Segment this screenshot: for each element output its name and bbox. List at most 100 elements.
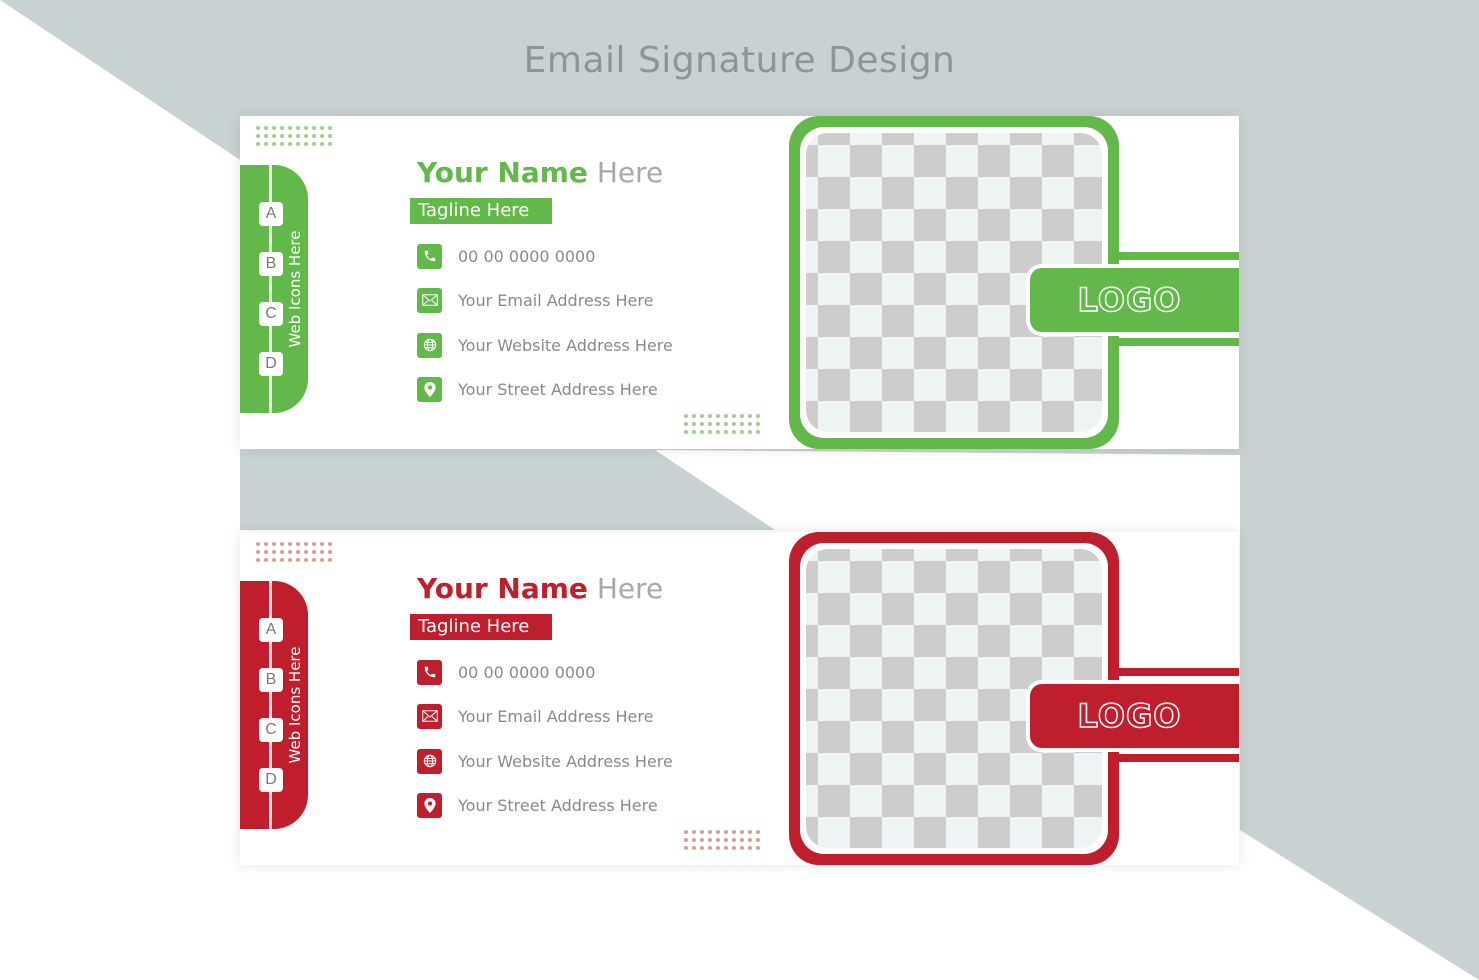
dot bbox=[328, 126, 332, 130]
dot bbox=[740, 838, 744, 842]
web-icon-c[interactable]: C bbox=[259, 718, 283, 742]
dot bbox=[684, 830, 688, 834]
dot bbox=[296, 134, 300, 138]
contact-website: Your Website Address Here bbox=[417, 748, 673, 774]
dot bbox=[272, 126, 276, 130]
logo-text: LOGO bbox=[1077, 696, 1182, 736]
dot bbox=[304, 126, 308, 130]
dot bbox=[256, 542, 260, 546]
contact-text[interactable]: Your Street Address Here bbox=[458, 796, 658, 815]
contact-text[interactable]: 00 00 0000 0000 bbox=[458, 663, 595, 682]
background-white-corner-left bbox=[0, 0, 240, 980]
web-icons-label: Web Icons Here bbox=[286, 646, 304, 764]
contact-text[interactable]: 00 00 0000 0000 bbox=[458, 247, 595, 266]
globe-icon bbox=[417, 748, 442, 774]
dot bbox=[312, 550, 316, 554]
dot bbox=[732, 846, 736, 850]
contact-text[interactable]: Your Email Address Here bbox=[458, 707, 653, 726]
web-icon-d[interactable]: D bbox=[259, 352, 283, 376]
dot bbox=[724, 414, 728, 418]
dot bbox=[296, 126, 300, 130]
dot bbox=[288, 134, 292, 138]
dot bbox=[256, 134, 260, 138]
dot bbox=[700, 846, 704, 850]
dot bbox=[320, 542, 324, 546]
web-icon-a[interactable]: A bbox=[259, 202, 283, 226]
contact-text[interactable]: Your Street Address Here bbox=[458, 380, 658, 399]
dot bbox=[280, 558, 284, 562]
dot bbox=[700, 830, 704, 834]
dot bbox=[288, 558, 292, 562]
web-icon-b[interactable]: B bbox=[259, 668, 283, 692]
email-icon bbox=[417, 287, 442, 313]
dot bbox=[716, 846, 720, 850]
web-icon-a[interactable]: A bbox=[259, 618, 283, 642]
dot bbox=[264, 550, 268, 554]
dot bbox=[740, 846, 744, 850]
dot bbox=[756, 830, 760, 834]
dot bbox=[264, 126, 268, 130]
dot bbox=[732, 830, 736, 834]
contact-text[interactable]: Your Website Address Here bbox=[458, 752, 673, 771]
contact-address: Your Street Address Here bbox=[417, 792, 658, 818]
contact-website: Your Website Address Here bbox=[417, 332, 673, 358]
dot bbox=[756, 846, 760, 850]
dot bbox=[312, 142, 316, 146]
dot bbox=[700, 430, 704, 434]
dot bbox=[724, 430, 728, 434]
dot bbox=[692, 430, 696, 434]
contact-address: Your Street Address Here bbox=[417, 376, 658, 402]
logo-badge[interactable]: LOGO bbox=[1026, 264, 1239, 336]
dot bbox=[748, 414, 752, 418]
name-first: Your Name bbox=[417, 572, 588, 605]
signature-card-red: A B C D Web Icons Here Your Name Here Ta… bbox=[240, 532, 1239, 865]
dot bbox=[280, 142, 284, 146]
dot bbox=[304, 142, 308, 146]
dot bbox=[708, 830, 712, 834]
dot bbox=[328, 142, 332, 146]
dot bbox=[716, 414, 720, 418]
dot bbox=[288, 126, 292, 130]
dot bbox=[296, 558, 300, 562]
dot bbox=[304, 550, 308, 554]
dot bbox=[756, 422, 760, 426]
dot bbox=[264, 542, 268, 546]
dot bbox=[272, 550, 276, 554]
dot bbox=[328, 134, 332, 138]
dot bbox=[320, 126, 324, 130]
contact-text[interactable]: Your Website Address Here bbox=[458, 336, 673, 355]
dot bbox=[708, 838, 712, 842]
dot bbox=[700, 422, 704, 426]
contact-text[interactable]: Your Email Address Here bbox=[458, 291, 653, 310]
web-icon-b[interactable]: B bbox=[259, 252, 283, 276]
dot bbox=[756, 414, 760, 418]
dot bbox=[708, 846, 712, 850]
web-icon-d[interactable]: D bbox=[259, 768, 283, 792]
contact-phone: 00 00 0000 0000 bbox=[417, 243, 595, 269]
dot bbox=[732, 838, 736, 842]
phone-icon bbox=[417, 243, 442, 269]
dot bbox=[288, 142, 292, 146]
dot bbox=[280, 134, 284, 138]
dot bbox=[296, 542, 300, 546]
contact-email: Your Email Address Here bbox=[417, 287, 653, 313]
dot bbox=[748, 830, 752, 834]
logo-text: LOGO bbox=[1077, 280, 1182, 320]
dot bbox=[748, 422, 752, 426]
dot bbox=[256, 558, 260, 562]
web-icons-label: Web Icons Here bbox=[286, 230, 304, 348]
dot bbox=[716, 430, 720, 434]
dot bbox=[320, 134, 324, 138]
web-icon-c[interactable]: C bbox=[259, 302, 283, 326]
dot bbox=[328, 558, 332, 562]
dot bbox=[740, 414, 744, 418]
dot bbox=[272, 134, 276, 138]
dot bbox=[748, 846, 752, 850]
name-heading: Your Name Here bbox=[417, 572, 663, 605]
dot bbox=[312, 542, 316, 546]
dot bbox=[724, 422, 728, 426]
dot bbox=[304, 558, 308, 562]
dot bbox=[328, 550, 332, 554]
logo-badge[interactable]: LOGO bbox=[1026, 680, 1239, 752]
dot bbox=[280, 550, 284, 554]
